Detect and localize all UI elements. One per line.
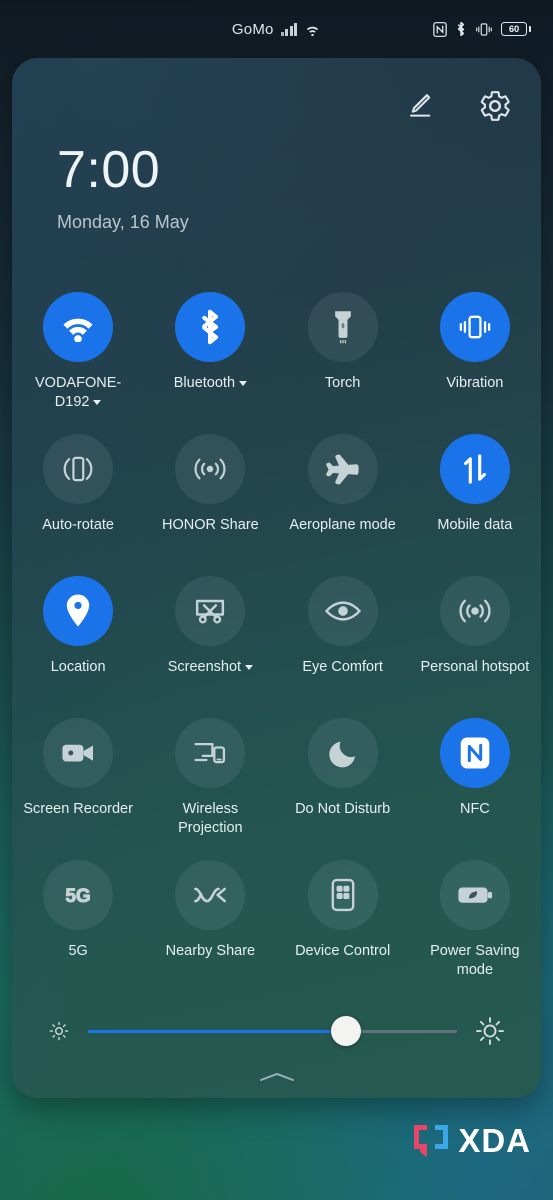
quick-tile-label: VODAFONE-D192	[35, 375, 122, 411]
quick-tile-honor-share[interactable]: HONOR Share	[144, 434, 276, 576]
xda-watermark: XDA	[411, 1122, 531, 1160]
clock-time: 7:00	[57, 141, 161, 199]
carrier-label: GoMo	[231, 20, 274, 38]
quick-tile-nearby-share[interactable]: Nearby Share	[144, 860, 276, 1002]
quick-tile-label: Screenshot	[168, 658, 254, 677]
wifi-icon	[304, 23, 321, 36]
flashlight-icon	[307, 292, 378, 362]
edit-icon[interactable]	[399, 86, 439, 126]
quick-tile-power-saving-mode[interactable]: Power Saving mode	[409, 860, 541, 1002]
xda-wordmark: XDA	[458, 1122, 531, 1159]
panel-header-actions	[399, 86, 515, 126]
quick-tile-wifi[interactable]: VODAFONE-D192	[12, 292, 144, 434]
wireless-projection-icon	[175, 718, 246, 788]
settings-gear-icon[interactable]	[475, 86, 515, 126]
quick-tile-label: Mobile data	[437, 517, 513, 533]
quick-tile-eye-comfort[interactable]: Eye Comfort	[277, 576, 409, 718]
nfc-icon	[439, 718, 510, 788]
clock-block: 7:00 Monday, 16 May	[57, 144, 189, 233]
device-control-icon	[307, 860, 378, 930]
quick-tile-label: HONOR Share	[162, 517, 259, 533]
honor-share-icon	[175, 434, 246, 504]
slider-thumb[interactable]	[331, 1016, 362, 1046]
wifi-icon	[43, 292, 114, 362]
signal-bars-icon	[280, 22, 298, 36]
brightness-high-icon	[475, 1016, 505, 1046]
quick-tile-nfc[interactable]: NFC	[409, 718, 541, 860]
chevron-down-icon[interactable]	[239, 380, 248, 386]
chevron-up-handle-icon[interactable]	[258, 1070, 296, 1084]
quick-tile-label: NFC	[459, 801, 490, 817]
quick-tile-location[interactable]: Location	[12, 576, 144, 718]
hotspot-icon	[439, 576, 510, 646]
quick-tile-device-control[interactable]: Device Control	[277, 860, 409, 1002]
quick-tile-label: Aeroplane mode	[289, 517, 396, 533]
status-bar: GoMo 60	[0, 0, 553, 58]
power-saving-icon	[439, 860, 510, 930]
bluetooth-icon	[175, 292, 246, 362]
brightness-slider[interactable]	[88, 1016, 457, 1046]
chevron-down-icon[interactable]	[245, 664, 254, 670]
nearby-share-icon	[175, 860, 246, 930]
mobile-data-icon	[439, 434, 510, 504]
quick-tile-label: Wireless Projection	[178, 801, 243, 837]
bluetooth-icon	[455, 21, 467, 37]
quick-tile-5g[interactable]: 5G 5G	[12, 860, 144, 1002]
quick-tile-label: Power Saving mode	[430, 943, 520, 979]
nfc-icon	[433, 21, 447, 37]
quick-tile-bluetooth[interactable]: Bluetooth	[144, 292, 276, 434]
quick-tile-vibration[interactable]: Vibration	[409, 292, 541, 434]
quick-tile-label: Vibration	[446, 375, 504, 391]
battery-level-label: 60	[508, 23, 520, 35]
location-pin-icon	[43, 576, 114, 646]
quick-tile-label: Device Control	[295, 943, 391, 959]
quick-tile-label: 5G	[68, 943, 88, 959]
quick-tile-screenshot[interactable]: Screenshot	[144, 576, 276, 718]
quick-tile-label: Screen Recorder	[23, 801, 133, 817]
quick-tile-mobile-data[interactable]: Mobile data	[409, 434, 541, 576]
quick-tile-auto-rotate[interactable]: Auto-rotate	[12, 434, 144, 576]
chevron-down-icon[interactable]	[93, 399, 102, 405]
quick-tile-screen-recorder[interactable]: Screen Recorder	[12, 718, 144, 860]
eye-icon	[307, 576, 378, 646]
svg-text:5G: 5G	[65, 886, 90, 907]
quick-tile-label: Nearby Share	[165, 943, 256, 959]
airplane-icon	[307, 434, 378, 504]
vibration-icon	[439, 292, 510, 362]
quick-settings-panel: 7:00 Monday, 16 May VODAFONE-D192 Blueto…	[12, 58, 541, 1098]
moon-icon	[307, 718, 378, 788]
quick-tile-torch[interactable]: Torch	[277, 292, 409, 434]
auto-rotate-icon	[43, 434, 114, 504]
slider-fill	[88, 1029, 347, 1033]
video-camera-icon	[43, 718, 114, 788]
quick-tile-label: Bluetooth	[174, 374, 248, 393]
xda-bracket-logo-icon	[414, 1125, 449, 1157]
5g-icon: 5G	[43, 860, 114, 930]
quick-tile-label: Location	[50, 659, 106, 675]
quick-tile-label: Torch	[324, 375, 361, 391]
status-bar-right: 60	[433, 21, 531, 37]
quick-tile-personal-hotspot[interactable]: Personal hotspot	[409, 576, 541, 718]
battery-icon: 60	[501, 22, 531, 36]
brightness-low-icon	[48, 1020, 70, 1042]
quick-tile-label: Do Not Disturb	[295, 801, 391, 817]
quick-tile-label: Auto-rotate	[42, 517, 114, 533]
quick-tile-do-not-disturb[interactable]: Do Not Disturb	[277, 718, 409, 860]
brightness-slider-row	[12, 1016, 541, 1046]
quick-tile-aeroplane-mode[interactable]: Aeroplane mode	[277, 434, 409, 576]
screenshot-icon	[175, 576, 246, 646]
clock-date: Monday, 16 May	[57, 212, 189, 232]
quick-tile-label: Eye Comfort	[302, 659, 383, 675]
quick-tile-wireless-projection[interactable]: Wireless Projection	[144, 718, 276, 860]
vibrate-icon	[475, 22, 493, 37]
quick-tiles-grid: VODAFONE-D192 Bluetooth Torch Vibration …	[12, 292, 541, 1002]
quick-tile-label: Personal hotspot	[420, 659, 530, 675]
